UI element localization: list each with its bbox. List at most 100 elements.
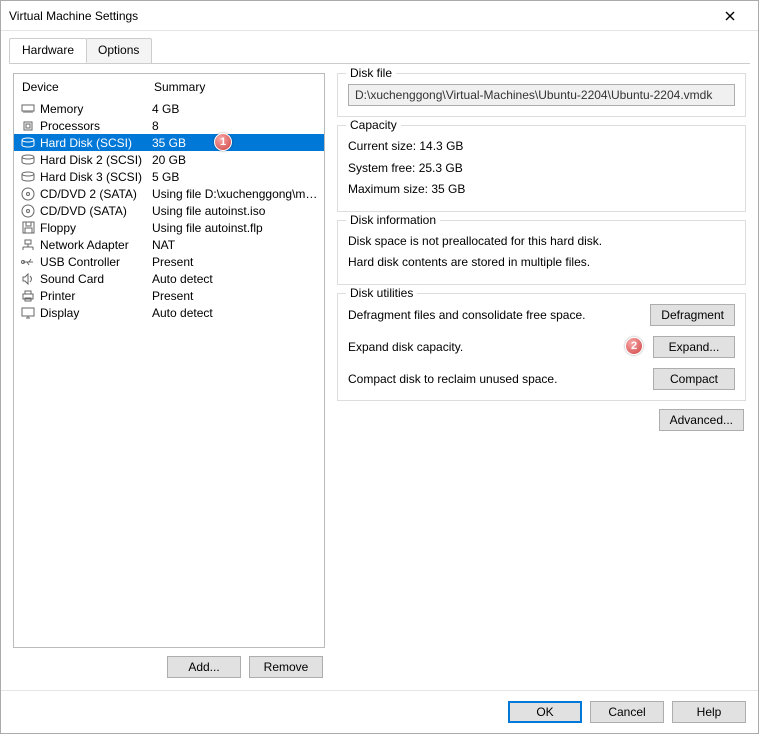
utility-compact-row: Compact disk to reclaim unused space. Co… xyxy=(348,368,735,390)
device-name: Sound Card xyxy=(40,272,152,286)
device-row[interactable]: CD/DVD (SATA)Using file autoinst.iso xyxy=(14,202,324,219)
titlebar: Virtual Machine Settings xyxy=(1,1,758,31)
close-button[interactable] xyxy=(712,4,748,28)
group-title-capacity: Capacity xyxy=(346,118,401,132)
cpu-icon xyxy=(20,119,36,133)
capacity-current-label: Current size: xyxy=(348,139,416,153)
advanced-button[interactable]: Advanced... xyxy=(659,409,744,431)
advanced-row: Advanced... xyxy=(337,409,746,431)
list-header: Device Summary xyxy=(14,74,324,100)
disk-info-line1: Disk space is not preallocated for this … xyxy=(348,231,735,253)
utility-compact-text: Compact disk to reclaim unused space. xyxy=(348,372,557,386)
memory-icon xyxy=(20,102,36,116)
utility-defragment-text: Defragment files and consolidate free sp… xyxy=(348,308,585,322)
device-row[interactable]: FloppyUsing file autoinst.flp xyxy=(14,219,324,236)
device-summary: 35 GB xyxy=(152,136,318,150)
device-name: Processors xyxy=(40,119,152,133)
display-icon xyxy=(20,306,36,320)
device-name: Hard Disk 2 (SCSI) xyxy=(40,153,152,167)
device-row[interactable]: Network AdapterNAT xyxy=(14,236,324,253)
tab-options[interactable]: Options xyxy=(86,38,152,63)
close-icon xyxy=(725,11,735,21)
device-name: Printer xyxy=(40,289,152,303)
device-row[interactable]: DisplayAuto detect xyxy=(14,304,324,321)
device-row[interactable]: Memory4 GB xyxy=(14,100,324,117)
capacity-max-label: Maximum size: xyxy=(348,182,428,196)
disk-file-input[interactable] xyxy=(348,84,735,106)
capacity-free-label: System free: xyxy=(348,161,415,175)
group-capacity: Capacity Current size: 14.3 GB System fr… xyxy=(337,125,746,212)
device-summary: Auto detect xyxy=(152,272,318,286)
content: Device Summary Memory4 GBProcessors8Hard… xyxy=(1,63,758,690)
tab-hardware[interactable]: Hardware xyxy=(9,38,87,63)
device-name: Hard Disk (SCSI) xyxy=(40,136,152,150)
device-summary: Auto detect xyxy=(152,306,318,320)
usb-icon xyxy=(20,255,36,269)
device-summary: 8 xyxy=(152,119,318,133)
device-name: CD/DVD 2 (SATA) xyxy=(40,187,152,201)
left-buttons: Add... Remove xyxy=(13,648,325,680)
group-disk-file: Disk file xyxy=(337,73,746,117)
list-body: Memory4 GBProcessors8Hard Disk (SCSI)35 … xyxy=(14,100,324,321)
tabs-area: Hardware Options xyxy=(1,31,758,63)
cd-icon xyxy=(20,187,36,201)
group-utilities: Disk utilities Defragment files and cons… xyxy=(337,293,746,401)
device-summary: 5 GB xyxy=(152,170,318,184)
add-button[interactable]: Add... xyxy=(167,656,241,678)
device-row[interactable]: Processors8 xyxy=(14,117,324,134)
disk-icon xyxy=(20,153,36,167)
network-icon xyxy=(20,238,36,252)
ok-button[interactable]: OK xyxy=(508,701,582,723)
defragment-button[interactable]: Defragment xyxy=(650,304,735,326)
footer: OK Cancel Help xyxy=(1,690,758,733)
device-row[interactable]: Sound CardAuto detect xyxy=(14,270,324,287)
group-title-utilities: Disk utilities xyxy=(346,286,417,300)
device-summary: Using file autoinst.flp xyxy=(152,221,318,235)
device-name: Memory xyxy=(40,102,152,116)
device-summary: Present xyxy=(152,255,318,269)
printer-icon xyxy=(20,289,36,303)
remove-button[interactable]: Remove xyxy=(249,656,323,678)
group-title-disk-file: Disk file xyxy=(346,66,396,80)
cd-icon xyxy=(20,204,36,218)
left-panel: Device Summary Memory4 GBProcessors8Hard… xyxy=(13,73,325,680)
utility-defragment-row: Defragment files and consolidate free sp… xyxy=(348,304,735,326)
group-title-disk-info: Disk information xyxy=(346,213,440,227)
disk-icon xyxy=(20,136,36,150)
device-summary: Present xyxy=(152,289,318,303)
utility-expand-row: Expand disk capacity. 2 Expand... xyxy=(348,336,735,358)
device-summary: NAT xyxy=(152,238,318,252)
device-summary: Using file D:\xuchenggong\ma... xyxy=(152,187,318,201)
compact-button[interactable]: Compact xyxy=(653,368,735,390)
floppy-icon xyxy=(20,221,36,235)
device-row[interactable]: PrinterPresent xyxy=(14,287,324,304)
device-row[interactable]: Hard Disk (SCSI)35 GB1 xyxy=(14,134,324,151)
utility-expand-text: Expand disk capacity. xyxy=(348,340,463,354)
capacity-current-value: 14.3 GB xyxy=(419,139,463,153)
device-name: CD/DVD (SATA) xyxy=(40,204,152,218)
tabs: Hardware Options xyxy=(9,38,750,64)
help-button[interactable]: Help xyxy=(672,701,746,723)
capacity-free-value: 25.3 GB xyxy=(419,161,463,175)
capacity-max-value: 35 GB xyxy=(431,182,465,196)
device-name: Network Adapter xyxy=(40,238,152,252)
device-row[interactable]: CD/DVD 2 (SATA)Using file D:\xuchenggong… xyxy=(14,185,324,202)
capacity-current: Current size: 14.3 GB xyxy=(348,136,735,158)
right-panel: Disk file Capacity Current size: 14.3 GB… xyxy=(337,73,746,680)
device-row[interactable]: Hard Disk 3 (SCSI)5 GB xyxy=(14,168,324,185)
capacity-free: System free: 25.3 GB xyxy=(348,158,735,180)
cancel-button[interactable]: Cancel xyxy=(590,701,664,723)
device-name: Hard Disk 3 (SCSI) xyxy=(40,170,152,184)
device-row[interactable]: Hard Disk 2 (SCSI)20 GB xyxy=(14,151,324,168)
device-summary: 4 GB xyxy=(152,102,318,116)
col-header-device: Device xyxy=(22,80,154,94)
device-list: Device Summary Memory4 GBProcessors8Hard… xyxy=(13,73,325,648)
col-header-summary: Summary xyxy=(154,80,316,94)
device-summary: Using file autoinst.iso xyxy=(152,204,318,218)
annotation-badge-2: 2 xyxy=(625,337,643,355)
capacity-max: Maximum size: 35 GB xyxy=(348,179,735,201)
disk-info-line2: Hard disk contents are stored in multipl… xyxy=(348,252,735,274)
device-row[interactable]: USB ControllerPresent xyxy=(14,253,324,270)
settings-window: Virtual Machine Settings Hardware Option… xyxy=(0,0,759,734)
expand-button[interactable]: Expand... xyxy=(653,336,735,358)
